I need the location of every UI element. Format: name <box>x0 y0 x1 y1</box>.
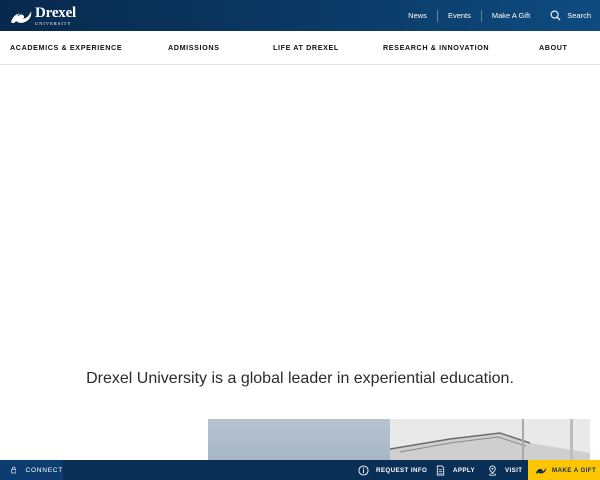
main-nav: ACADEMICS & EXPERIENCE ADMISSIONS LIFE A… <box>0 31 600 65</box>
building-illustration <box>389 419 590 460</box>
apply-button[interactable]: APPLY <box>435 460 475 480</box>
connect-label: CONNECT <box>25 466 63 474</box>
nav-item-admissions[interactable]: ADMISSIONS <box>168 43 220 52</box>
logo-wordmark: Drexel <box>35 4 77 21</box>
top-utility-bar: Drexel UNIVERSITY News Events Make A Gif… <box>0 0 600 31</box>
nav-item-academics[interactable]: ACADEMICS & EXPERIENCE <box>10 43 122 52</box>
utility-link-news[interactable]: News <box>398 9 438 22</box>
drexel-logo[interactable]: Drexel UNIVERSITY <box>9 4 81 26</box>
make-a-gift-button[interactable]: MAKE A GIFT <box>528 460 600 480</box>
dragon-logo-icon <box>11 11 32 24</box>
nav-item-life-at-drexel[interactable]: LIFE AT DREXEL <box>273 43 339 52</box>
nav-item-research[interactable]: RESEARCH & INNOVATION <box>383 43 489 52</box>
hero-tagline: Drexel University is a global leader in … <box>86 370 514 387</box>
photo-sky-panel <box>208 419 390 460</box>
request-info-label: REQUEST INFO <box>376 466 428 474</box>
utility-link-events[interactable]: Events <box>438 9 482 22</box>
connect-button[interactable]: CONNECT <box>0 460 63 480</box>
search-button[interactable]: Search <box>540 10 600 22</box>
photo-building-panel <box>389 419 590 460</box>
lock-icon <box>11 466 17 474</box>
apply-label: APPLY <box>453 466 476 474</box>
search-label: Search <box>567 11 591 20</box>
dragon-icon <box>536 467 547 474</box>
info-icon <box>358 464 369 476</box>
make-a-gift-label: MAKE A GIFT <box>552 466 597 474</box>
utility-nav: News Events Make A Gift Search <box>398 0 600 31</box>
utility-link-make-a-gift[interactable]: Make A Gift <box>482 10 540 22</box>
bottom-action-bar: CONNECT REQUEST INFO APPLY VISIT MAKE A <box>0 460 600 480</box>
campus-photo <box>208 419 590 460</box>
logo-subtitle: UNIVERSITY <box>35 20 72 26</box>
location-pin-icon <box>488 465 497 476</box>
visit-button[interactable]: VISIT <box>487 460 522 480</box>
nav-item-about[interactable]: ABOUT <box>539 43 568 52</box>
visit-label: VISIT <box>505 466 523 474</box>
document-icon <box>436 465 445 475</box>
search-icon <box>550 10 561 21</box>
request-info-button[interactable]: REQUEST INFO <box>358 460 427 480</box>
